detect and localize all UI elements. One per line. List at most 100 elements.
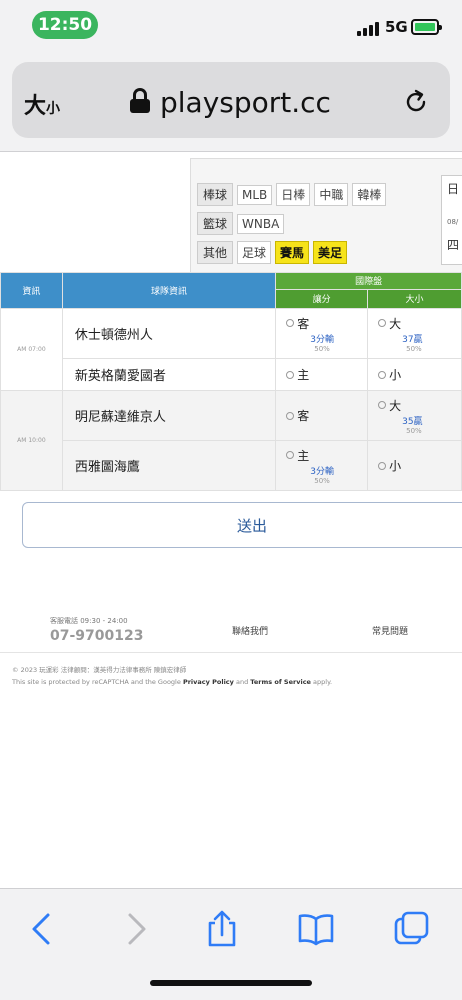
tabs-icon[interactable]: [392, 909, 432, 949]
table-row: AM 07:00 休士頓德州人 客 3分輸 50% 大 37贏 50%: [0, 308, 462, 391]
recaptcha-apply: apply.: [313, 678, 333, 686]
filter-chip-active[interactable]: 賽馬: [275, 241, 310, 264]
bet-odds: 35贏: [402, 416, 423, 427]
url-text[interactable]: playsport.cc: [160, 86, 331, 119]
filter-category[interactable]: 棒球: [197, 183, 234, 206]
radio-button[interactable]: [378, 319, 387, 327]
lock-icon: [130, 88, 150, 114]
battery-icon: [411, 19, 442, 35]
forward-icon[interactable]: [116, 909, 156, 949]
filter-row-baseball: 棒球 MLB 日棒 中職 韓棒: [197, 183, 387, 206]
bet-side: 主: [297, 448, 310, 463]
header-total: 大小: [367, 288, 462, 310]
recaptcha-notice: This site is protected by reCAPTCHA and …: [12, 678, 332, 686]
date-label: 日: [447, 182, 460, 196]
browser-address-area: 大小 playsport.cc: [0, 52, 462, 152]
bet-odds: 37贏: [402, 334, 423, 345]
share-icon[interactable]: [202, 909, 242, 949]
recaptcha-text: This site is protected by reCAPTCHA and …: [12, 678, 181, 686]
bet-odds: 3分輸: [310, 466, 334, 477]
faq-link[interactable]: 常見問題: [372, 624, 408, 637]
text-size-small: 小: [46, 101, 61, 117]
terms-link[interactable]: Terms of Service: [250, 678, 311, 686]
filter-chip[interactable]: 日棒: [276, 183, 311, 206]
text-size-button[interactable]: 大小: [24, 88, 60, 120]
filter-chip[interactable]: 足球: [237, 241, 272, 264]
filter-chip[interactable]: MLB: [237, 184, 273, 205]
radio-button[interactable]: [286, 451, 295, 459]
game-time: AM 10:00: [0, 390, 63, 491]
sport-filter-panel: 棒球 MLB 日棒 中職 韓棒 籃球 WNBA 其他 足球 賽馬 美足 日 08…: [190, 158, 462, 278]
date-selector[interactable]: 日 08/ 四: [441, 175, 462, 265]
contact-link[interactable]: 聯絡我們: [232, 624, 268, 637]
radio-button[interactable]: [378, 401, 387, 409]
text-size-large: 大: [24, 94, 47, 119]
bet-side: 大: [389, 316, 402, 331]
privacy-link[interactable]: Privacy Policy: [183, 678, 234, 686]
team-name: 新英格蘭愛國者: [61, 358, 277, 391]
reload-icon[interactable]: [402, 88, 430, 116]
radio-button[interactable]: [378, 461, 387, 470]
submit-button[interactable]: 送出: [22, 502, 462, 548]
page-content: 棒球 MLB 日棒 中職 韓棒 籃球 WNBA 其他 足球 賽馬 美足 日 08…: [0, 152, 462, 888]
copyright-text: © 2023 玩運彩 法律顧問：漢英得力法律事務所 陳鎮宏律師: [12, 666, 187, 674]
address-bar[interactable]: 大小 playsport.cc: [12, 62, 450, 138]
bet-percent: 50%: [406, 426, 422, 435]
bet-side: 客: [297, 316, 310, 331]
spread-option[interactable]: 主: [275, 358, 369, 391]
bet-side: 主: [297, 368, 310, 382]
recaptcha-and: and: [235, 678, 249, 686]
date-value: 08/: [447, 218, 459, 226]
spread-option[interactable]: 客 3分輸 50%: [275, 308, 369, 359]
table-row: AM 10:00 明尼蘇達維京人 客 大 35贏 50%: [0, 390, 462, 491]
table-row: 新英格蘭愛國者 主 小: [1, 358, 462, 391]
signal-icon: [357, 22, 379, 36]
status-bar: 12:50 5G: [0, 0, 462, 52]
phone-screen: 12:50 5G 大小 playsport.cc 棒球 MLB 日棒 中職 韓棒…: [0, 0, 462, 1000]
filter-chip[interactable]: 中職: [314, 183, 349, 206]
radio-button[interactable]: [286, 319, 295, 327]
team-name: 明尼蘇達維京人: [61, 390, 277, 441]
bet-side: 大: [389, 398, 402, 413]
spread-option[interactable]: 客: [275, 390, 369, 441]
total-option[interactable]: 小: [367, 440, 462, 491]
network-type: 5G: [385, 18, 408, 36]
status-time: 12:50: [32, 11, 98, 39]
header-teams: 球隊資訊: [61, 272, 277, 309]
filter-category[interactable]: 其他: [197, 241, 234, 264]
hotline-label: 客服電話 09:30 - 24:00: [50, 617, 128, 625]
filter-chip-active[interactable]: 美足: [313, 241, 348, 264]
bet-side: 客: [297, 409, 310, 423]
bet-side: 小: [389, 459, 402, 473]
filter-chip[interactable]: 韓棒: [352, 183, 387, 206]
spread-option[interactable]: 主 3分輸 50%: [275, 440, 369, 491]
home-indicator: [150, 980, 312, 986]
total-option[interactable]: 小: [367, 358, 462, 391]
radio-button[interactable]: [286, 411, 295, 420]
team-name: 西雅圖海鷹: [61, 440, 277, 491]
game-time: AM 07:00: [0, 308, 63, 391]
filter-chip[interactable]: WNBA: [237, 213, 285, 234]
date-weekday: 四: [447, 238, 460, 252]
header-market: 國際盤: [275, 272, 462, 290]
betting-table: 資訊 球隊資訊 國際盤 讓分 大小 AM 07:00 休士頓德州人 客 3分輸 …: [0, 272, 462, 491]
bet-side: 小: [389, 368, 402, 382]
bet-odds: 3分輸: [310, 334, 334, 345]
table-row: 西雅圖海鷹 主 3分輸 50% 小: [1, 440, 462, 491]
radio-button[interactable]: [286, 370, 295, 379]
total-option[interactable]: 大 37贏 50%: [367, 308, 462, 359]
bookmarks-icon[interactable]: [296, 909, 336, 949]
back-icon[interactable]: [22, 909, 62, 949]
hotline: 客服電話 09:30 - 24:00 07-9700123: [50, 616, 143, 644]
footer-divider: [0, 652, 462, 653]
total-option[interactable]: 大 35贏 50%: [367, 390, 462, 441]
radio-button[interactable]: [378, 370, 387, 379]
bet-percent: 50%: [314, 344, 330, 353]
bet-percent: 50%: [314, 476, 330, 485]
filter-row-other: 其他 足球 賽馬 美足: [197, 241, 348, 264]
header-info: 資訊: [0, 272, 63, 309]
filter-category[interactable]: 籃球: [197, 212, 234, 235]
bet-percent: 50%: [406, 344, 422, 353]
filter-row-basketball: 籃球 WNBA: [197, 212, 285, 235]
hotline-number[interactable]: 07-9700123: [50, 628, 143, 644]
